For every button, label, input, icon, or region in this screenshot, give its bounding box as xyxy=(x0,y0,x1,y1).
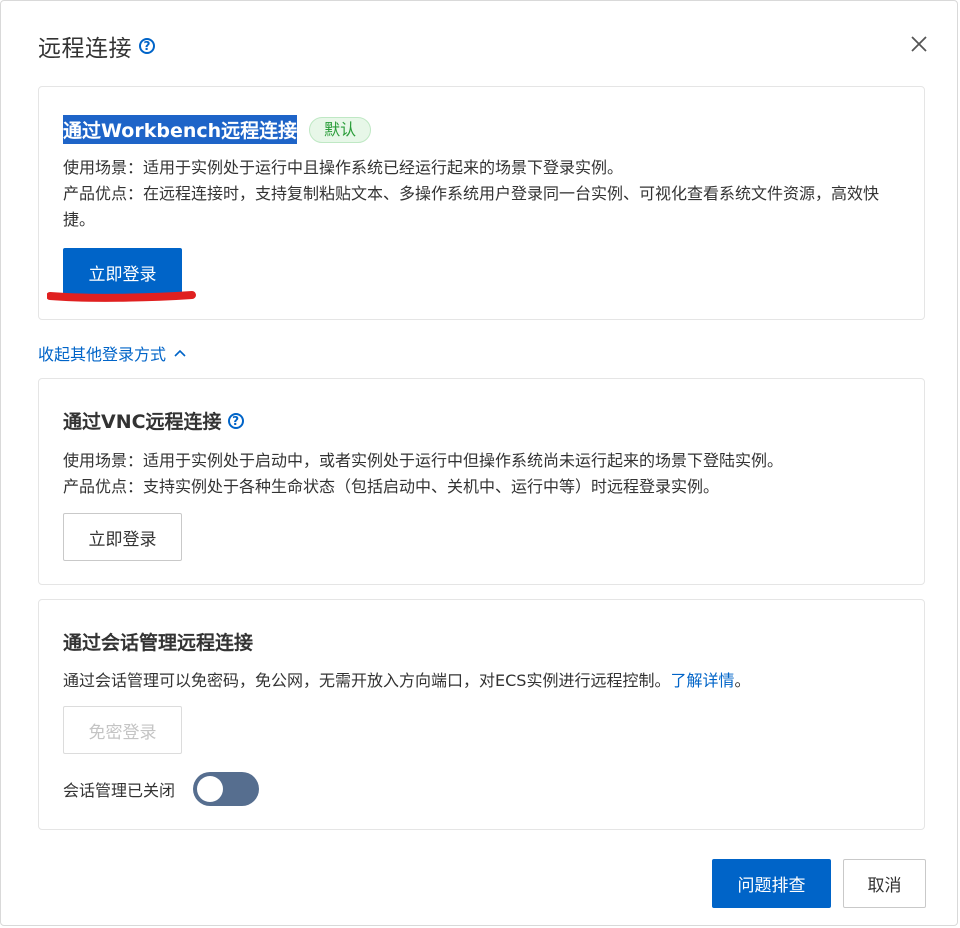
session-description: 通过会话管理可以免密码，免公网，无需开放入方向端口，对ECS实例进行远程控制。了… xyxy=(63,668,900,694)
chevron-up-icon xyxy=(174,349,186,357)
session-card-title: 通过会话管理远程连接 xyxy=(63,632,254,654)
password-free-login-button[interactable]: 免密登录 xyxy=(63,706,182,754)
dialog-title: 远程连接 xyxy=(38,36,132,62)
default-badge: 默认 xyxy=(309,116,372,143)
workbench-description: 使用场景：适用于实例处于运行中且操作系统已经运行起来的场景下登录实例。 产品优点… xyxy=(63,155,900,233)
close-icon[interactable] xyxy=(909,34,929,54)
workbench-usage-text: 使用场景：适用于实例处于运行中且操作系统已经运行起来的场景下登录实例。 xyxy=(63,158,624,177)
session-desc-end: 。 xyxy=(734,671,751,690)
collapse-link-text: 收起其他登录方式 xyxy=(38,345,167,364)
learn-more-link[interactable]: 了解详情 xyxy=(670,671,734,690)
vnc-card: 通过VNC远程连接 ? 使用场景：适用于实例处于启动中，或者实例处于运行中但操作… xyxy=(38,378,925,585)
dialog-header: 远程连接 ? xyxy=(38,29,155,63)
vnc-title-text: 通过VNC远程连接 xyxy=(63,411,222,433)
vnc-usage-text: 使用场景：适用于实例处于启动中，或者实例处于运行中但操作系统尚未运行起来的场景下… xyxy=(63,451,784,470)
workbench-advantage-text: 产品优点：在远程连接时，支持复制粘贴文本、多操作系统用户登录同一台实例、可视化查… xyxy=(63,184,880,229)
remote-connect-dialog: 远程连接 ? 通过Workbench远程连接 默认 使用场景：适用于实例处于运行… xyxy=(0,0,958,926)
vnc-card-title: 通过VNC远程连接 ? xyxy=(63,407,244,434)
session-toggle-row: 会话管理已关闭 xyxy=(63,772,260,806)
collapse-other-methods-link[interactable]: 收起其他登录方式 xyxy=(38,341,188,365)
vnc-help-icon[interactable]: ? xyxy=(227,412,244,429)
session-desc-text: 通过会话管理可以免密码，免公网，无需开放入方向端口，对ECS实例进行远程控制。 xyxy=(63,671,671,690)
session-card: 通过会话管理远程连接 通过会话管理可以免密码，免公网，无需开放入方向端口，对EC… xyxy=(38,599,925,830)
cancel-button[interactable]: 取消 xyxy=(843,859,926,908)
troubleshoot-button[interactable]: 问题排查 xyxy=(712,859,831,908)
session-toggle-label: 会话管理已关闭 xyxy=(63,781,176,800)
vnc-login-button[interactable]: 立即登录 xyxy=(63,513,182,561)
help-icon[interactable]: ? xyxy=(139,38,155,54)
workbench-card-title: 通过Workbench远程连接 默认 xyxy=(63,115,372,144)
vnc-description: 使用场景：适用于实例处于启动中，或者实例处于运行中但操作系统尚未运行起来的场景下… xyxy=(63,448,900,500)
toggle-knob xyxy=(197,776,224,802)
red-underline-annotation xyxy=(47,291,196,302)
workbench-card: 通过Workbench远程连接 默认 使用场景：适用于实例处于运行中且操作系统已… xyxy=(38,86,925,320)
session-manager-toggle[interactable] xyxy=(193,772,260,806)
vnc-advantage-text: 产品优点：支持实例处于各种生命状态（包括启动中、关机中、运行中等）时远程登录实例… xyxy=(63,477,720,496)
workbench-title-text: 通过Workbench远程连接 xyxy=(63,115,298,144)
